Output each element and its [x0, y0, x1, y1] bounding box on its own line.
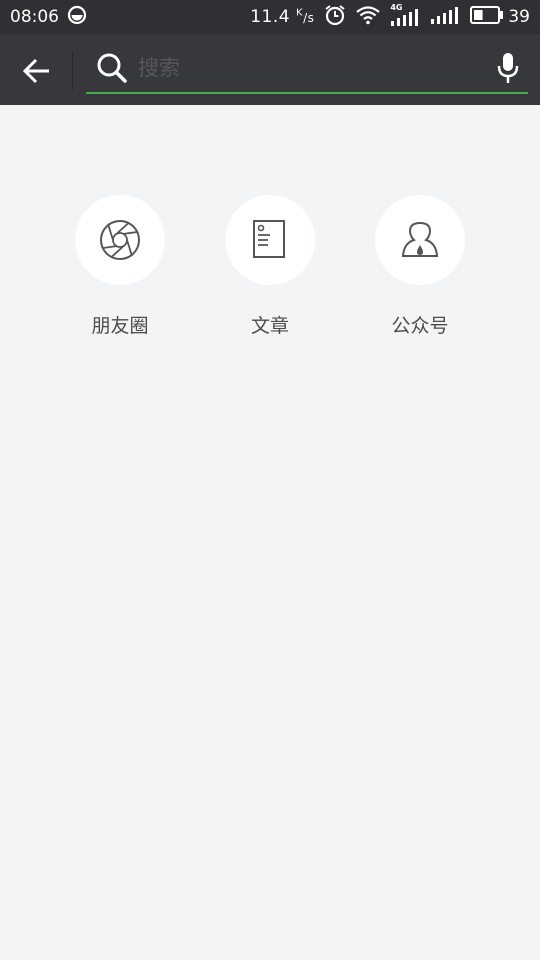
signal-icon [430, 5, 460, 30]
category-circle [225, 195, 315, 285]
speed-unit-top: K [296, 7, 304, 19]
back-arrow-icon [23, 58, 49, 84]
voice-search-button[interactable] [488, 48, 528, 88]
battery-percent: 39 [508, 7, 530, 27]
wifi-icon [356, 5, 381, 30]
status-bar: 08:06 11.4 K/s 4G 39 [0, 0, 540, 34]
status-right: 11.4 K/s 4G 39 [250, 3, 530, 31]
category-label: 朋友圈 [91, 315, 149, 337]
category-label: 公众号 [391, 315, 449, 337]
category-label: 文章 [250, 315, 289, 337]
back-button[interactable] [14, 48, 60, 94]
microphone-icon [497, 53, 519, 83]
notification-app-icon [67, 5, 87, 30]
speed-unit-bottom: /s [303, 11, 315, 25]
status-left: 08:06 [10, 5, 87, 30]
network-speed: 11.4 K/s [250, 7, 314, 27]
speed-value: 11.4 [250, 7, 291, 27]
category-circle [375, 195, 465, 285]
alarm-clock-icon [324, 4, 346, 31]
category-circle [75, 195, 165, 285]
search-icon [92, 48, 132, 88]
article-document-icon [253, 220, 285, 258]
signal-4g-icon: 4G [390, 3, 420, 27]
category-moments[interactable]: 朋友圈 [45, 195, 195, 338]
battery: 39 [470, 5, 530, 29]
search-app-bar [0, 34, 540, 105]
app-bar-divider [72, 52, 73, 90]
search-input[interactable] [132, 48, 488, 88]
official-account-person-icon [401, 221, 439, 257]
status-time: 08:06 [10, 7, 59, 27]
category-official-accounts[interactable]: 公众号 [345, 195, 495, 338]
moments-aperture-icon [100, 220, 140, 260]
category-articles[interactable]: 文章 [195, 195, 345, 338]
search-box[interactable] [86, 44, 528, 94]
battery-icon [470, 5, 504, 29]
